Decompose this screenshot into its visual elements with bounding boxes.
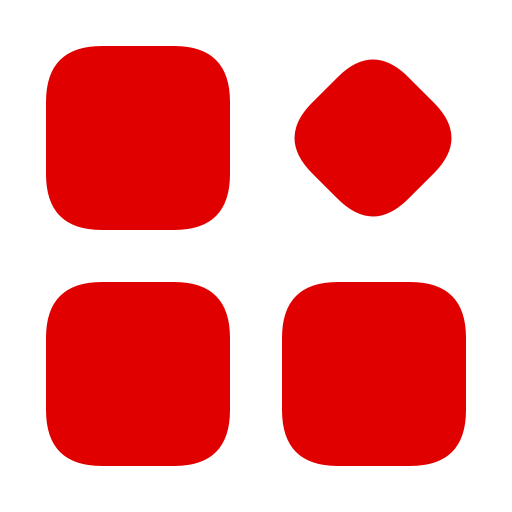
apps-grid-svg [46, 46, 466, 466]
tiles-group [46, 46, 466, 466]
tile-top-right [294, 59, 452, 217]
tile-bottom-right [282, 282, 466, 466]
apps-grid-icon [0, 0, 512, 512]
tile-top-left [46, 46, 230, 230]
tile-bottom-left [46, 282, 230, 466]
